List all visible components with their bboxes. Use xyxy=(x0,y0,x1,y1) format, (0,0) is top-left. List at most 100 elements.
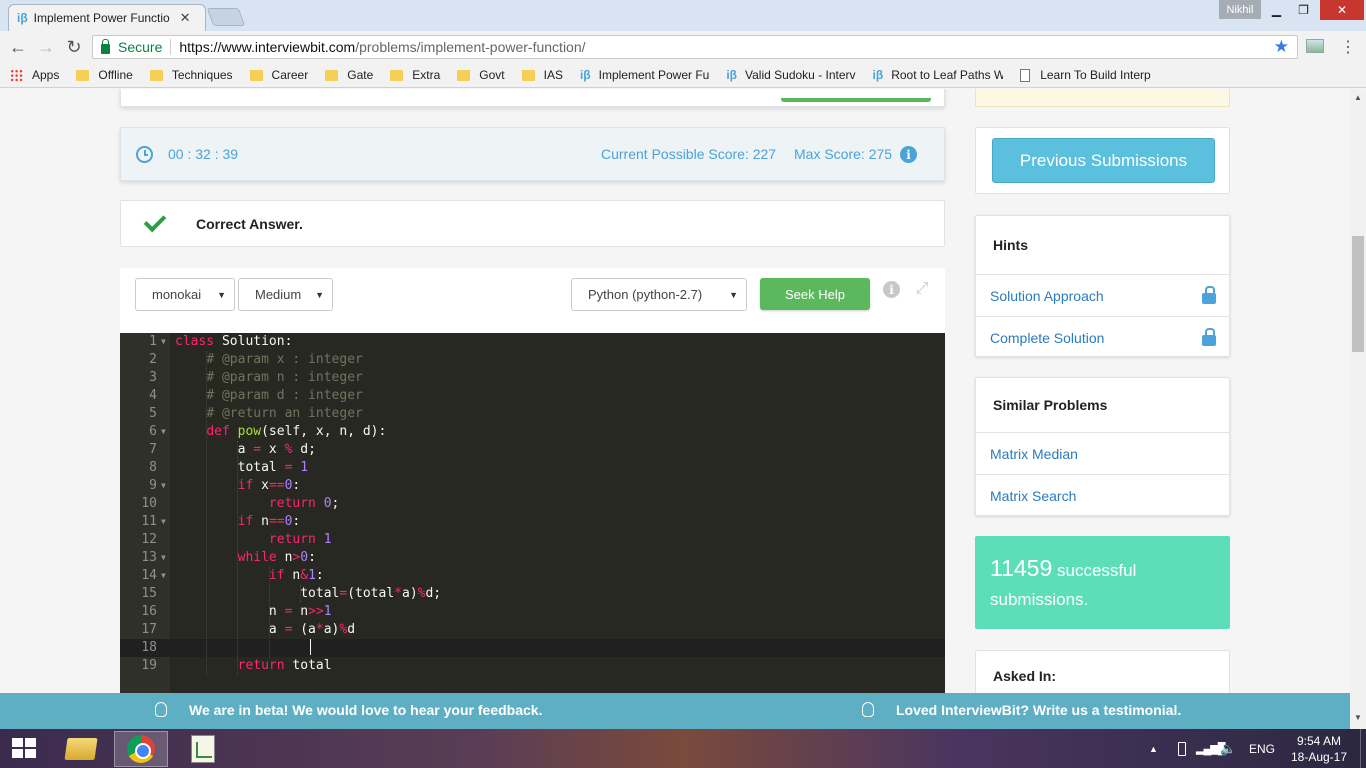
scroll-down-icon[interactable]: ▼ xyxy=(1354,713,1362,722)
taskbar-chrome[interactable] xyxy=(114,731,168,767)
code-line[interactable]: 4 # @param d : integer xyxy=(120,387,945,405)
code-line[interactable]: 14 ▼ if n&1: xyxy=(120,567,945,585)
windows-start-icon[interactable] xyxy=(12,738,38,760)
tab-close-icon[interactable]: ✕ xyxy=(180,10,191,26)
similar-problem-row[interactable]: Matrix Median xyxy=(976,432,1229,474)
asked-in-title: Asked In: xyxy=(993,668,1057,684)
fold-arrow-icon[interactable]: ▼ xyxy=(161,549,166,567)
seek-help-button[interactable]: Seek Help xyxy=(760,278,870,310)
chevron-down-icon: ▼ xyxy=(217,290,226,300)
show-hidden-icons-icon[interactable]: ▲ xyxy=(1149,729,1158,768)
code-line[interactable]: 8 total = 1 xyxy=(120,459,945,477)
new-tab-button[interactable] xyxy=(206,8,246,26)
bookmark-star-icon[interactable]: ★ xyxy=(1274,37,1289,57)
browser-tab-active[interactable]: iβ Implement Power Functio ✕ xyxy=(8,4,206,31)
back-icon[interactable]: ← xyxy=(6,36,30,58)
bookmark-item[interactable]: Extra xyxy=(390,68,440,82)
bookmark-item[interactable]: iβ Implement Power Fu xyxy=(580,68,709,82)
input-language[interactable]: ENG xyxy=(1249,729,1275,768)
editor-info-icon[interactable]: i xyxy=(883,281,900,298)
bookmark-item[interactable]: Career xyxy=(249,68,309,82)
address-bar[interactable]: Secure https://www.interviewbit.com/prob… xyxy=(92,35,1298,59)
previous-submissions-button[interactable]: Previous Submissions xyxy=(992,138,1215,183)
taskbar-file-explorer[interactable] xyxy=(54,731,108,767)
bookmark-item[interactable]: Learn To Build Interp xyxy=(1020,68,1151,82)
lightbulb-icon xyxy=(155,702,167,717)
image-extension-icon[interactable] xyxy=(1306,39,1324,53)
bookmark-item[interactable]: Govt xyxy=(457,68,505,82)
code-text: # @param n : integer xyxy=(206,370,363,385)
fullscreen-icon[interactable]: ⤢ xyxy=(914,281,930,297)
fold-arrow-icon[interactable]: ▼ xyxy=(161,567,166,585)
font-size-select-value: Medium xyxy=(255,287,302,302)
language-select-value: Python (python-2.7) xyxy=(588,287,703,302)
notepad-icon xyxy=(191,735,215,763)
max-score: Max Score: 275 xyxy=(794,146,893,162)
feedback-bar: We are in beta! We would love to hear yo… xyxy=(0,693,1350,729)
minimize-icon[interactable]: ▁ xyxy=(1263,0,1290,20)
code-line[interactable]: 13 ▼ while n>0: xyxy=(120,549,945,567)
scroll-up-icon[interactable]: ▲ xyxy=(1354,93,1362,102)
code-line[interactable]: 2 # @param x : integer xyxy=(120,351,945,369)
folder-icon xyxy=(521,69,535,81)
code-line[interactable]: 15 total=(total*a)%d; xyxy=(120,585,945,603)
fold-arrow-icon[interactable]: ▼ xyxy=(161,477,166,495)
code-line[interactable]: 11 ▼ if n==0: xyxy=(120,513,945,531)
code-line[interactable]: 7 a = x % d; xyxy=(120,441,945,459)
code-line[interactable]: 16 n = n>>1 xyxy=(120,603,945,621)
testimonial-link[interactable]: Loved InterviewBit? Write us a testimoni… xyxy=(896,702,1181,718)
code-text: n = n>>1 xyxy=(175,604,332,619)
hint-row-solution-approach[interactable]: Solution Approach xyxy=(976,274,1229,316)
reload-icon[interactable]: ↻ xyxy=(62,36,86,58)
volume-icon[interactable]: 🔈 xyxy=(1220,729,1236,768)
submit-button-edge[interactable] xyxy=(781,98,931,102)
theme-select[interactable]: monokai ▼ xyxy=(135,278,235,311)
code-line[interactable]: 3 # @param n : integer xyxy=(120,369,945,387)
success-count: 11459 xyxy=(990,555,1053,581)
code-line[interactable]: 6 ▼ def pow(self, x, n, d): xyxy=(120,423,945,441)
hint-link[interactable]: Complete Solution xyxy=(990,330,1104,346)
code-line[interactable]: 9 ▼ if x==0: xyxy=(120,477,945,495)
line-number: 2 xyxy=(149,352,157,367)
code-line[interactable]: 18 xyxy=(120,639,945,657)
font-size-select[interactable]: Medium ▼ xyxy=(238,278,333,311)
hint-link[interactable]: Solution Approach xyxy=(990,288,1104,304)
system-clock[interactable]: 9:54 AM 18-Aug-17 xyxy=(1288,733,1350,765)
forward-icon[interactable]: → xyxy=(34,36,58,58)
score-info-icon[interactable]: i xyxy=(900,146,917,163)
code-line[interactable]: 10 return 0; xyxy=(120,495,945,513)
bookmark-label: Career xyxy=(271,68,309,82)
bookmark-item[interactable]: Techniques xyxy=(149,68,233,82)
code-line[interactable]: 12 return 1 xyxy=(120,531,945,549)
show-desktop-button[interactable] xyxy=(1360,729,1361,768)
code-line[interactable]: 17 a = (a*a)%d xyxy=(120,621,945,639)
taskbar-notepad[interactable] xyxy=(176,731,230,767)
feedback-link[interactable]: We are in beta! We would love to hear yo… xyxy=(189,702,542,718)
bookmark-item[interactable]: iβ Root to Leaf Paths W xyxy=(873,68,1004,82)
fold-arrow-icon[interactable]: ▼ xyxy=(161,333,166,351)
code-line[interactable]: 5 # @return an integer xyxy=(120,405,945,423)
bookmark-item[interactable]: IAS xyxy=(521,68,563,82)
language-select[interactable]: Python (python-2.7) ▼ xyxy=(571,278,747,311)
fold-arrow-icon[interactable]: ▼ xyxy=(161,513,166,531)
chrome-menu-icon[interactable]: ⋮ xyxy=(1338,37,1358,57)
similar-problem-row[interactable]: Matrix Search xyxy=(976,474,1229,516)
bookmark-item[interactable]: Offline xyxy=(76,68,133,82)
code-area[interactable]: 1 ▼ class Solution: 2 # @param x : integer 3… xyxy=(120,333,945,693)
close-window-icon[interactable]: ✕ xyxy=(1320,0,1364,20)
similar-problem-link[interactable]: Matrix Search xyxy=(990,488,1076,504)
similar-problem-link[interactable]: Matrix Median xyxy=(990,446,1078,462)
fold-arrow-icon[interactable]: ▼ xyxy=(161,423,166,441)
profile-button[interactable]: Nikhil xyxy=(1219,0,1261,19)
battery-icon-wrap[interactable] xyxy=(1178,729,1186,768)
page-scrollbar[interactable]: ▲ ▼ xyxy=(1350,89,1366,729)
bookmark-item[interactable]: Apps xyxy=(10,68,59,82)
code-line[interactable]: 1 ▼ class Solution: xyxy=(120,333,945,351)
bookmark-item[interactable]: Gate xyxy=(325,68,373,82)
bookmark-item[interactable]: iβ Valid Sudoku - Interv xyxy=(726,68,855,82)
hint-row-complete-solution[interactable]: Complete Solution xyxy=(976,316,1229,358)
code-line[interactable]: 19 return total xyxy=(120,657,945,675)
maximize-icon[interactable]: ❐ xyxy=(1290,0,1317,20)
scroll-thumb[interactable] xyxy=(1352,236,1364,352)
code-text: return total xyxy=(237,658,332,673)
